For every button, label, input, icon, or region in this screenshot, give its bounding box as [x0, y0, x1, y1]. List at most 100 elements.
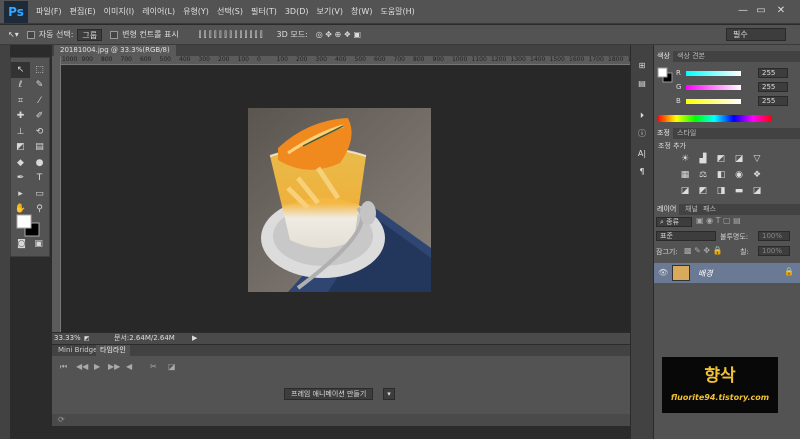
threshold-icon[interactable]: ◨: [712, 183, 730, 199]
selective-color-icon[interactable]: ◪: [748, 183, 766, 199]
lasso-tool-icon[interactable]: ℓ: [11, 78, 30, 94]
tab-color[interactable]: 색상: [654, 51, 673, 62]
brightness-icon[interactable]: ☀: [676, 151, 694, 167]
create-dropdown-arrow[interactable]: ▾: [383, 388, 395, 400]
tab-styles[interactable]: 스타일: [674, 128, 699, 139]
slider-red[interactable]: R 255: [676, 68, 796, 79]
quick-select-tool-icon[interactable]: ✎: [30, 78, 49, 94]
hue-icon[interactable]: ▦: [676, 167, 694, 183]
path-select-tool-icon[interactable]: ▸: [11, 186, 30, 202]
mixer-icon[interactable]: ❖: [748, 167, 766, 183]
document-tab[interactable]: 20181004.jpg @ 33.3%(RGB/8): [54, 45, 176, 56]
slider-b-bar[interactable]: [686, 99, 741, 104]
photo-filter-icon[interactable]: ◉: [730, 167, 748, 183]
auto-select-checkbox[interactable]: [26, 30, 35, 39]
tab-mini-bridge[interactable]: Mini Bridge: [54, 345, 101, 356]
tab-layers[interactable]: 레이어: [654, 204, 680, 215]
tab-adjustments[interactable]: 조정: [654, 128, 673, 139]
paragraph-icon[interactable]: ¶: [634, 165, 650, 179]
close-button[interactable]: ✕: [774, 5, 788, 17]
status-arrow-icon[interactable]: ▶: [192, 333, 197, 344]
restore-button[interactable]: ▭: [754, 5, 768, 17]
workspace-dropdown[interactable]: 필수: [726, 28, 786, 41]
move-tool-preset-icon[interactable]: ↖▾: [8, 30, 19, 39]
info-icon[interactable]: ⓘ: [634, 127, 650, 141]
curves-icon[interactable]: ◩: [712, 151, 730, 167]
next-frame-icon[interactable]: ▶▶: [108, 362, 120, 371]
menu-3d[interactable]: 3D(D): [285, 7, 309, 16]
audio-icon[interactable]: ◀: [126, 362, 132, 371]
blend-mode-dropdown[interactable]: 표준: [656, 231, 716, 241]
menu-select[interactable]: 선택(S): [217, 6, 243, 17]
vibrance-icon[interactable]: ▽: [748, 151, 766, 167]
channel-b-value[interactable]: 255: [758, 96, 788, 106]
tab-paths[interactable]: 패스: [700, 204, 719, 215]
opacity-value[interactable]: 100%: [758, 231, 790, 241]
exposure-icon[interactable]: ◪: [730, 151, 748, 167]
layer-filter-dropdown[interactable]: ⌕ 종류: [656, 217, 692, 227]
dodge-tool-icon[interactable]: ●: [30, 155, 49, 171]
first-frame-icon[interactable]: ⏮: [60, 362, 67, 372]
slider-blue[interactable]: B 255: [676, 96, 796, 107]
posterize-icon[interactable]: ◩: [694, 183, 712, 199]
fill-value[interactable]: 100%: [758, 246, 790, 256]
menu-filter[interactable]: 필터(T): [251, 6, 277, 17]
tab-channels[interactable]: 채널: [682, 204, 701, 215]
prev-frame-icon[interactable]: ◀◀: [76, 362, 88, 371]
minimize-button[interactable]: —: [736, 5, 750, 17]
type-tool-icon[interactable]: T: [30, 171, 49, 187]
menu-file[interactable]: 파일(F): [36, 6, 62, 17]
menu-help[interactable]: 도움말(H): [380, 6, 414, 17]
channel-g-value[interactable]: 255: [758, 82, 788, 92]
layer-filter-icons[interactable]: ▣ ◉ T ▢ ▤: [696, 216, 741, 225]
marquee-tool-icon[interactable]: ⬚: [30, 62, 49, 78]
mode-3d-icons[interactable]: ◎ ✥ ⊕ ❖ ▣: [316, 30, 361, 39]
eraser-tool-icon[interactable]: ◩: [11, 140, 30, 156]
menu-edit[interactable]: 편집(E): [70, 6, 96, 17]
crop-tool-icon[interactable]: ⌗: [11, 93, 30, 109]
tab-swatches[interactable]: 색상 견본: [674, 51, 708, 62]
menu-layer[interactable]: 레이어(L): [142, 6, 175, 17]
auto-select-option[interactable]: 자동 선택: 그룹: [26, 28, 103, 41]
shape-tool-icon[interactable]: ▭: [30, 186, 49, 202]
slider-g-bar[interactable]: [686, 85, 741, 90]
healing-tool-icon[interactable]: ✚: [11, 109, 30, 125]
invert-icon[interactable]: ◪: [676, 183, 694, 199]
lock-icons[interactable]: ▩ ✎ ✥ 🔒: [684, 246, 723, 255]
transform-controls-option[interactable]: 변형 컨트롤 표시: [110, 29, 179, 40]
properties-icon[interactable]: ▤: [634, 77, 650, 91]
menu-image[interactable]: 이미지(I): [104, 6, 135, 17]
levels-icon[interactable]: ▟: [694, 151, 712, 167]
tab-timeline[interactable]: 타임라인: [96, 345, 130, 356]
balance-icon[interactable]: ⚖: [694, 167, 712, 183]
auto-select-dropdown[interactable]: 그룹: [77, 28, 103, 41]
play-icon[interactable]: ▶: [94, 362, 100, 371]
eyedropper-tool-icon[interactable]: ⁄: [30, 93, 49, 109]
actions-icon[interactable]: ⏵: [634, 109, 650, 123]
move-tool-icon[interactable]: ↖: [11, 62, 30, 78]
slider-r-bar[interactable]: [686, 71, 741, 76]
menu-view[interactable]: 보기(V): [317, 6, 343, 17]
history-icon[interactable]: ⊞: [634, 59, 650, 73]
character-icon[interactable]: A|: [634, 147, 650, 161]
color-spectrum[interactable]: [657, 115, 772, 122]
menu-window[interactable]: 창(W): [351, 6, 373, 17]
blur-tool-icon[interactable]: ◆: [11, 155, 30, 171]
gradient-map-icon[interactable]: ▬: [730, 183, 748, 199]
menu-type[interactable]: 유형(Y): [183, 6, 209, 17]
document-image[interactable]: [248, 108, 431, 292]
layer-name[interactable]: 배경: [698, 268, 713, 279]
transform-controls-checkbox[interactable]: [110, 30, 119, 39]
history-brush-tool-icon[interactable]: ⟲: [30, 124, 49, 140]
timeline-footer-icon[interactable]: ⟳: [58, 415, 65, 424]
align-icons[interactable]: ⫿ ⫿ ⫿ ⫿ ⫿ ⫿ ⫿ ⫿ ⫿ ⫿ ⫿ ⫿ ⫿: [199, 30, 263, 40]
create-frame-animation-button[interactable]: 프레임 애니메이션 만들기: [284, 388, 374, 400]
brush-tool-icon[interactable]: ✐: [30, 109, 49, 125]
zoom-level[interactable]: 33.33%: [54, 333, 81, 344]
slider-green[interactable]: G 255: [676, 82, 796, 93]
quick-mask-icon[interactable]: ◙ ▣: [11, 239, 49, 249]
visibility-eye-icon[interactable]: 👁: [658, 268, 668, 277]
stamp-tool-icon[interactable]: ⊥: [11, 124, 30, 140]
pen-tool-icon[interactable]: ✒: [11, 171, 30, 187]
transition-icon[interactable]: ◪: [168, 362, 176, 371]
